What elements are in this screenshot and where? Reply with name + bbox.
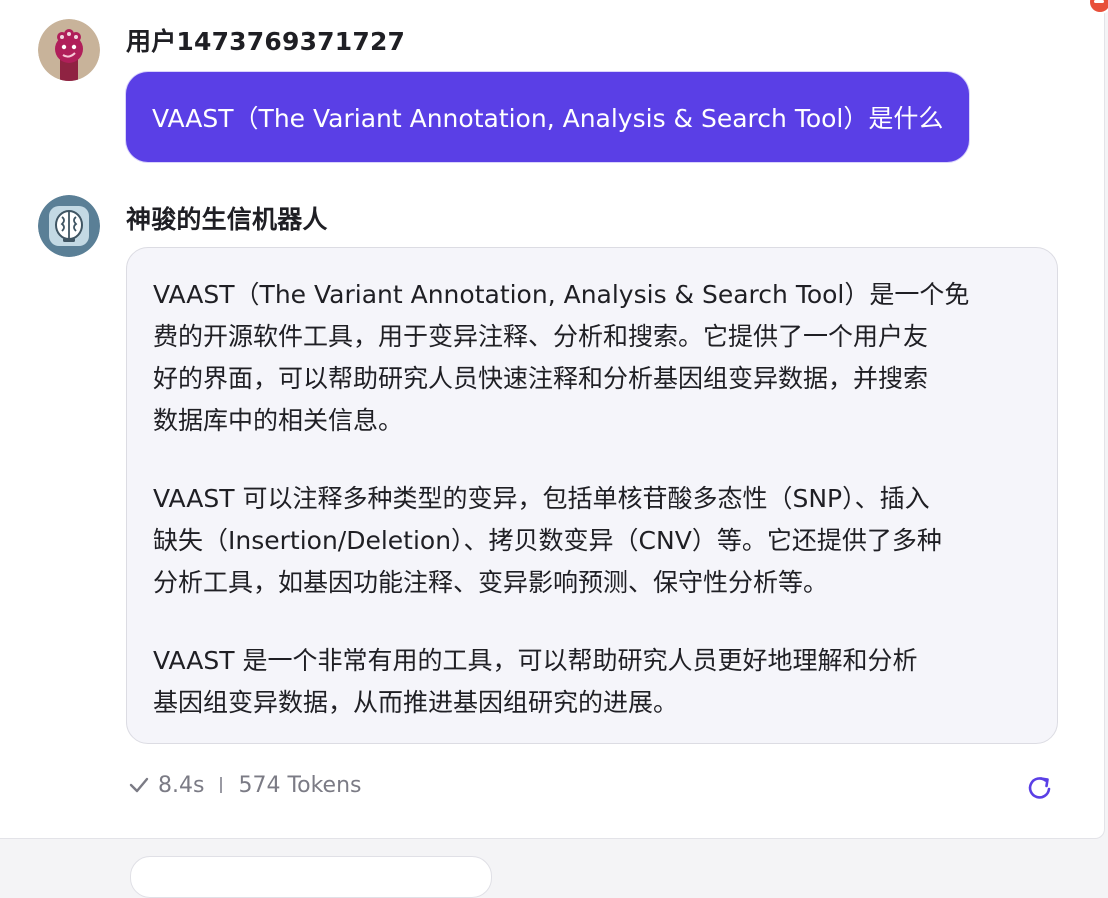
message-meta: 8.4s 574 Tokens [126, 768, 362, 802]
bot-avatar [38, 195, 100, 257]
minus-badge-icon[interactable] [1090, 0, 1108, 12]
bot-message-bubble: VAAST（The Variant Annotation, Analysis &… [126, 247, 1058, 744]
bot-paragraph-3: VAAST 是一个非常有用的工具，可以帮助研究人员更好地理解和分析 基因组变异数… [153, 646, 918, 717]
token-count: 574 Tokens [238, 772, 362, 798]
chat-panel: 用户1473769371727 VAAST（The Variant Annota… [0, 0, 1108, 839]
check-icon [129, 777, 149, 793]
user-avatar [38, 19, 100, 81]
refresh-icon[interactable] [1024, 772, 1056, 804]
bot-name: 神骏的生信机器人 [126, 205, 328, 234]
bot-paragraph-2: VAAST 可以注释多种类型的变异，包括单核苷酸多态性（SNP）、插入 缺失（I… [153, 484, 942, 597]
user-message-bubble: VAAST（The Variant Annotation, Analysis &… [126, 72, 970, 162]
meta-divider [220, 777, 223, 793]
user-name: 用户1473769371727 [126, 27, 406, 56]
response-duration: 8.4s [158, 772, 205, 798]
next-input-box[interactable] [130, 856, 492, 898]
bot-paragraph-1: VAAST（The Variant Annotation, Analysis &… [153, 280, 970, 435]
